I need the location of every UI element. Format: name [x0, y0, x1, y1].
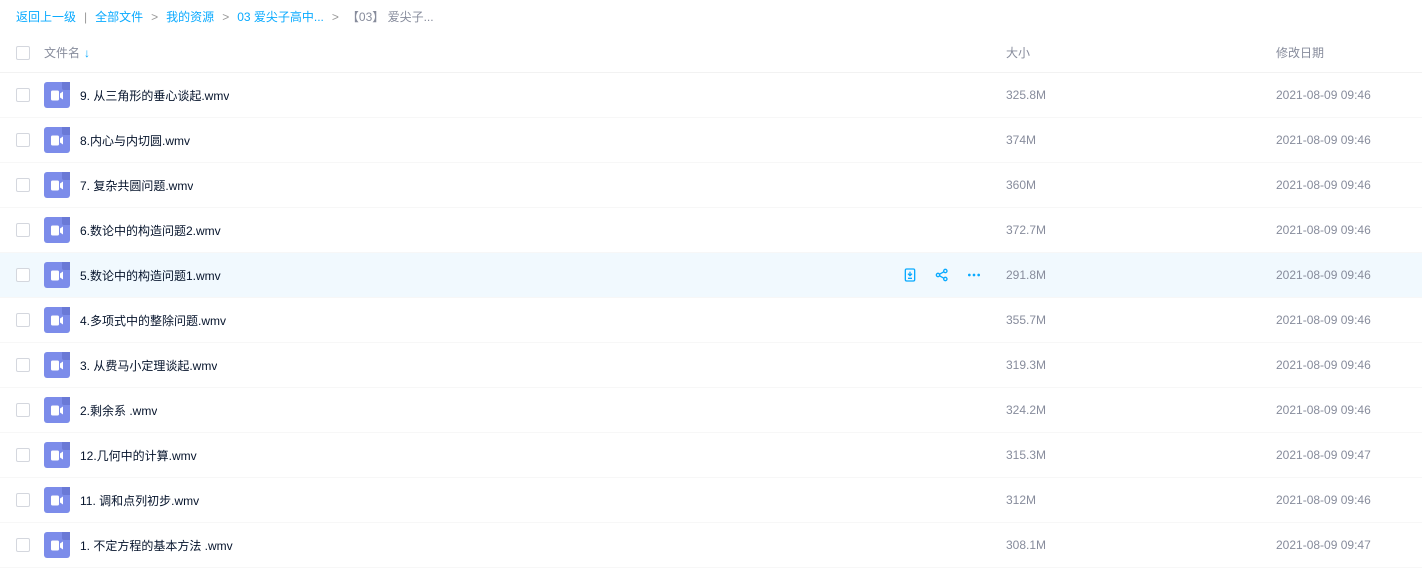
file-size: 324.2M	[1006, 403, 1276, 417]
table-row[interactable]: 12.几何中的计算.wmv 315.3M 2021-08-09 09:47	[0, 433, 1422, 478]
file-size: 355.7M	[1006, 313, 1276, 327]
video-file-icon	[44, 532, 70, 558]
video-file-icon	[44, 352, 70, 378]
breadcrumb-item-0[interactable]: 全部文件	[95, 8, 143, 25]
file-name[interactable]: 8.内心与内切圆.wmv	[80, 132, 190, 149]
file-size: 374M	[1006, 133, 1276, 147]
row-checkbox[interactable]	[16, 223, 30, 237]
breadcrumb-item-2[interactable]: 03 爱尖子高中...	[237, 8, 324, 25]
row-checkbox[interactable]	[16, 358, 30, 372]
table-row[interactable]: 2.剩余系 .wmv 324.2M 2021-08-09 09:46	[0, 388, 1422, 433]
save-to-button[interactable]	[902, 267, 918, 283]
table-row[interactable]: 11. 调和点列初步.wmv 312M 2021-08-09 09:46	[0, 478, 1422, 523]
row-checkbox[interactable]	[16, 538, 30, 552]
file-date: 2021-08-09 09:46	[1276, 358, 1406, 372]
file-date: 2021-08-09 09:46	[1276, 88, 1406, 102]
table-row[interactable]: 8.内心与内切圆.wmv 374M 2021-08-09 09:46	[0, 118, 1422, 163]
chevron-right-icon: >	[222, 10, 229, 24]
video-file-icon	[44, 262, 70, 288]
file-name[interactable]: 4.多项式中的整除问题.wmv	[80, 312, 226, 329]
file-name[interactable]: 12.几何中的计算.wmv	[80, 447, 197, 464]
breadcrumb-item-1[interactable]: 我的资源	[166, 8, 214, 25]
file-date: 2021-08-09 09:46	[1276, 403, 1406, 417]
file-date: 2021-08-09 09:47	[1276, 538, 1406, 552]
column-header-size[interactable]: 大小	[1006, 44, 1276, 61]
file-date: 2021-08-09 09:46	[1276, 268, 1406, 282]
file-name[interactable]: 1. 不定方程的基本方法 .wmv	[80, 537, 233, 554]
table-row[interactable]: 7. 复杂共圆问题.wmv 360M 2021-08-09 09:46	[0, 163, 1422, 208]
file-size: 291.8M	[1006, 268, 1276, 282]
file-name[interactable]: 9. 从三角形的垂心谈起.wmv	[80, 87, 229, 104]
table-row[interactable]: 4.多项式中的整除问题.wmv 355.7M 2021-08-09 09:46	[0, 298, 1422, 343]
row-actions	[902, 267, 982, 283]
table-row[interactable]: 6.数论中的构造问题2.wmv 372.7M 2021-08-09 09:46	[0, 208, 1422, 253]
table-row[interactable]: 9. 从三角形的垂心谈起.wmv 325.8M 2021-08-09 09:46	[0, 73, 1422, 118]
file-size: 308.1M	[1006, 538, 1276, 552]
file-list: 9. 从三角形的垂心谈起.wmv 325.8M 2021-08-09 09:46…	[0, 73, 1422, 568]
row-checkbox[interactable]	[16, 448, 30, 462]
file-name[interactable]: 7. 复杂共圆问题.wmv	[80, 177, 193, 194]
file-name[interactable]: 2.剩余系 .wmv	[80, 402, 157, 419]
file-size: 315.3M	[1006, 448, 1276, 462]
table-row[interactable]: 3. 从费马小定理谈起.wmv 319.3M 2021-08-09 09:46	[0, 343, 1422, 388]
chevron-right-icon: >	[151, 10, 158, 24]
file-date: 2021-08-09 09:46	[1276, 313, 1406, 327]
breadcrumb-back[interactable]: 返回上一级	[16, 8, 76, 25]
table-row[interactable]: 1. 不定方程的基本方法 .wmv 308.1M 2021-08-09 09:4…	[0, 523, 1422, 568]
row-checkbox[interactable]	[16, 493, 30, 507]
video-file-icon	[44, 82, 70, 108]
row-checkbox[interactable]	[16, 88, 30, 102]
file-date: 2021-08-09 09:47	[1276, 448, 1406, 462]
table-row[interactable]: 5.数论中的构造问题1.wmv 291.8M 2021-08-09 09:46	[0, 253, 1422, 298]
video-file-icon	[44, 127, 70, 153]
sort-arrow-down-icon: ↓	[84, 46, 90, 60]
row-checkbox[interactable]	[16, 313, 30, 327]
video-file-icon	[44, 487, 70, 513]
file-size: 372.7M	[1006, 223, 1276, 237]
video-file-icon	[44, 307, 70, 333]
column-header-name[interactable]: 文件名 ↓	[44, 44, 1006, 61]
column-header-date[interactable]: 修改日期	[1276, 44, 1406, 61]
file-size: 325.8M	[1006, 88, 1276, 102]
select-all-checkbox[interactable]	[16, 46, 30, 60]
file-date: 2021-08-09 09:46	[1276, 178, 1406, 192]
file-size: 360M	[1006, 178, 1276, 192]
row-checkbox[interactable]	[16, 403, 30, 417]
file-date: 2021-08-09 09:46	[1276, 223, 1406, 237]
table-header: 文件名 ↓ 大小 修改日期	[0, 33, 1422, 73]
file-date: 2021-08-09 09:46	[1276, 133, 1406, 147]
file-size: 312M	[1006, 493, 1276, 507]
breadcrumb-sep: |	[84, 10, 87, 24]
video-file-icon	[44, 217, 70, 243]
breadcrumb-current: 【03】 爱尖子...	[347, 8, 434, 25]
more-button[interactable]	[966, 267, 982, 283]
video-file-icon	[44, 442, 70, 468]
file-size: 319.3M	[1006, 358, 1276, 372]
share-button[interactable]	[934, 267, 950, 283]
file-name[interactable]: 5.数论中的构造问题1.wmv	[80, 267, 221, 284]
row-checkbox[interactable]	[16, 178, 30, 192]
file-name[interactable]: 11. 调和点列初步.wmv	[80, 492, 199, 509]
breadcrumb: 返回上一级 | 全部文件 > 我的资源 > 03 爱尖子高中... > 【03】…	[0, 0, 1422, 33]
row-checkbox[interactable]	[16, 268, 30, 282]
file-name[interactable]: 6.数论中的构造问题2.wmv	[80, 222, 221, 239]
row-checkbox[interactable]	[16, 133, 30, 147]
video-file-icon	[44, 172, 70, 198]
file-name[interactable]: 3. 从费马小定理谈起.wmv	[80, 357, 217, 374]
chevron-right-icon: >	[332, 10, 339, 24]
video-file-icon	[44, 397, 70, 423]
file-date: 2021-08-09 09:46	[1276, 493, 1406, 507]
